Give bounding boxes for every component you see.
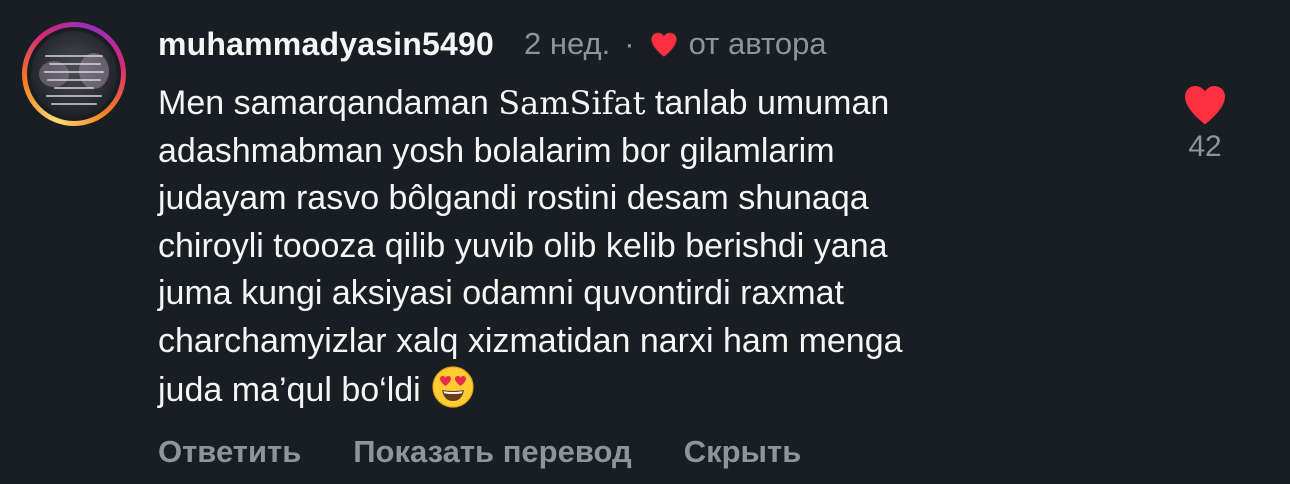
comment-line-last: juda ma’qul bo‘ldi [158, 365, 1118, 415]
hide-button[interactable]: Скрыть [684, 434, 802, 470]
heart-eyes-emoji-icon [431, 365, 475, 409]
timestamp: 2 нед. [524, 26, 611, 61]
comment: muhammadyasin5490 2 нед. · от автора Men… [0, 0, 1290, 484]
comment-line: chiroyli toooza qilib yuvib olib kelib b… [158, 226, 888, 265]
avatar[interactable] [31, 31, 117, 117]
comment-line: judayam rasvo bôlgandi rostini desam shu… [158, 179, 869, 217]
separator-dot: · [624, 26, 635, 61]
liked-by-author-label: от автора [688, 26, 827, 61]
username[interactable]: muhammadyasin5490 [158, 26, 494, 63]
like-count[interactable]: 42 [1170, 130, 1240, 164]
reply-button[interactable]: Ответить [158, 434, 301, 470]
comment-body: Men samarqandaman SamSifat tanlab umuman… [158, 80, 1118, 415]
comment-line: Men samarqandaman SamSifat tanlab umuman [158, 84, 890, 122]
comment-header: muhammadyasin5490 2 нед. · от автора [158, 22, 827, 66]
comment-actions: Ответить Показать перевод Скрыть [158, 434, 853, 470]
heart-icon [649, 30, 679, 58]
brand-name: SamSifat [498, 84, 646, 122]
heart-icon [1185, 86, 1225, 125]
avatar-story-ring[interactable] [22, 22, 126, 126]
like-button[interactable] [1181, 82, 1229, 126]
comment-line: charchamyizlar xalq xizmatidan narxi ham… [158, 321, 903, 360]
comment-line: juma kungi aksiyasi odamni quvontirdi ra… [158, 274, 844, 312]
comment-line: adashmabman yosh bolalarim bor gilamlari… [158, 131, 835, 170]
show-translation-button[interactable]: Показать перевод [353, 434, 631, 470]
